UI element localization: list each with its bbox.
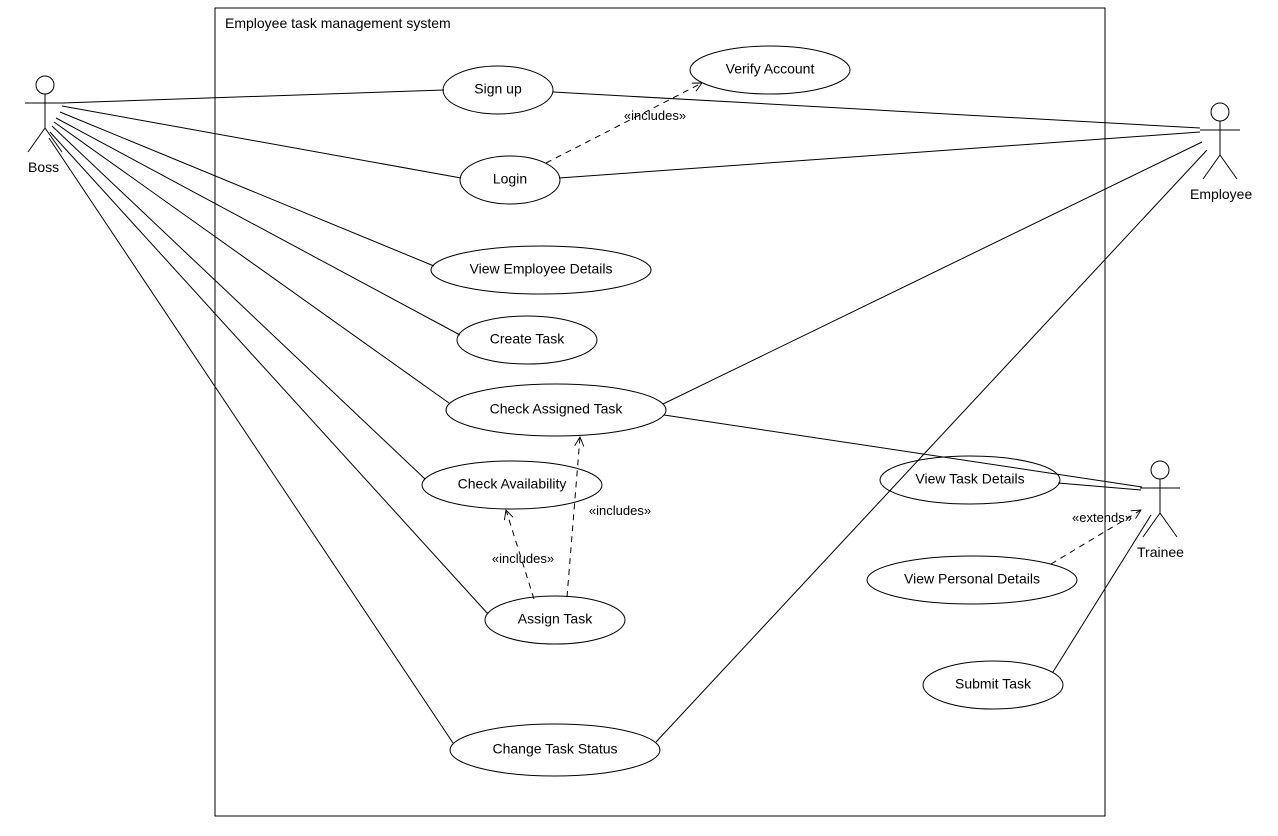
stereo-includes-1: «includes» xyxy=(624,108,686,123)
svg-text:Assign Task: Assign Task xyxy=(518,611,593,627)
use-case-diagram: Employee task management system Boss Emp… xyxy=(0,0,1278,836)
assoc-boss-viewemp xyxy=(60,112,434,266)
assoc-emp-login xyxy=(559,132,1200,178)
assoc-emp-change xyxy=(656,150,1207,742)
svg-text:View Personal Details: View Personal Details xyxy=(904,571,1040,587)
svg-text:Change Task Status: Change Task Status xyxy=(492,741,617,757)
system-title: Employee task management system xyxy=(225,15,451,31)
usecase-assign-task: Assign Task xyxy=(485,596,625,644)
svg-text:View Employee Details: View Employee Details xyxy=(470,261,613,277)
svg-text:Submit Task: Submit Task xyxy=(955,676,1032,692)
assoc-emp-checkassigned xyxy=(663,142,1202,404)
assoc-boss-assign xyxy=(50,132,488,614)
assoc-trainee-submit xyxy=(1053,515,1151,672)
assoc-boss-checkavail xyxy=(52,126,425,479)
svg-text:Check Assigned Task: Check Assigned Task xyxy=(490,401,624,417)
actor-trainee: Trainee xyxy=(1137,461,1184,560)
actor-employee: Employee xyxy=(1190,103,1252,202)
actor-trainee-label: Trainee xyxy=(1137,544,1184,560)
usecase-create-task: Create Task xyxy=(457,316,597,364)
svg-text:Login: Login xyxy=(493,171,527,187)
actor-employee-label: Employee xyxy=(1190,186,1252,202)
stereo-extends-1: «extends» xyxy=(1072,510,1132,525)
stereo-includes-3: «includes» xyxy=(589,503,651,518)
svg-text:Verify Account: Verify Account xyxy=(726,61,815,77)
usecase-signup: Sign up xyxy=(443,66,553,114)
usecase-change-status: Change Task Status xyxy=(450,724,660,776)
svg-text:Create Task: Create Task xyxy=(490,331,565,347)
usecase-verify: Verify Account xyxy=(690,46,850,94)
actor-boss-label: Boss xyxy=(28,159,59,175)
include-login-verify xyxy=(546,83,702,163)
usecase-view-task: View Task Details xyxy=(880,456,1060,504)
svg-text:Check Availability: Check Availability xyxy=(458,476,567,492)
svg-text:View Task Details: View Task Details xyxy=(915,471,1024,487)
usecase-view-personal: View Personal Details xyxy=(867,556,1077,604)
usecase-submit-task: Submit Task xyxy=(923,661,1063,709)
svg-text:Sign up: Sign up xyxy=(474,81,522,97)
assoc-trainee-viewtask xyxy=(1058,483,1141,490)
usecase-check-assigned: Check Assigned Task xyxy=(446,384,666,436)
assoc-boss-change xyxy=(49,138,453,743)
usecase-view-emp: View Employee Details xyxy=(431,246,651,294)
usecase-login: Login xyxy=(460,156,560,204)
usecase-check-avail: Check Availability xyxy=(422,461,602,509)
assoc-boss-create xyxy=(56,118,460,335)
stereo-includes-2: «includes» xyxy=(492,551,554,566)
assoc-boss-login xyxy=(62,106,461,178)
assoc-boss-checkassigned xyxy=(54,122,449,403)
include-assign-checkassigned xyxy=(567,437,580,597)
assoc-boss-signup xyxy=(62,90,444,103)
